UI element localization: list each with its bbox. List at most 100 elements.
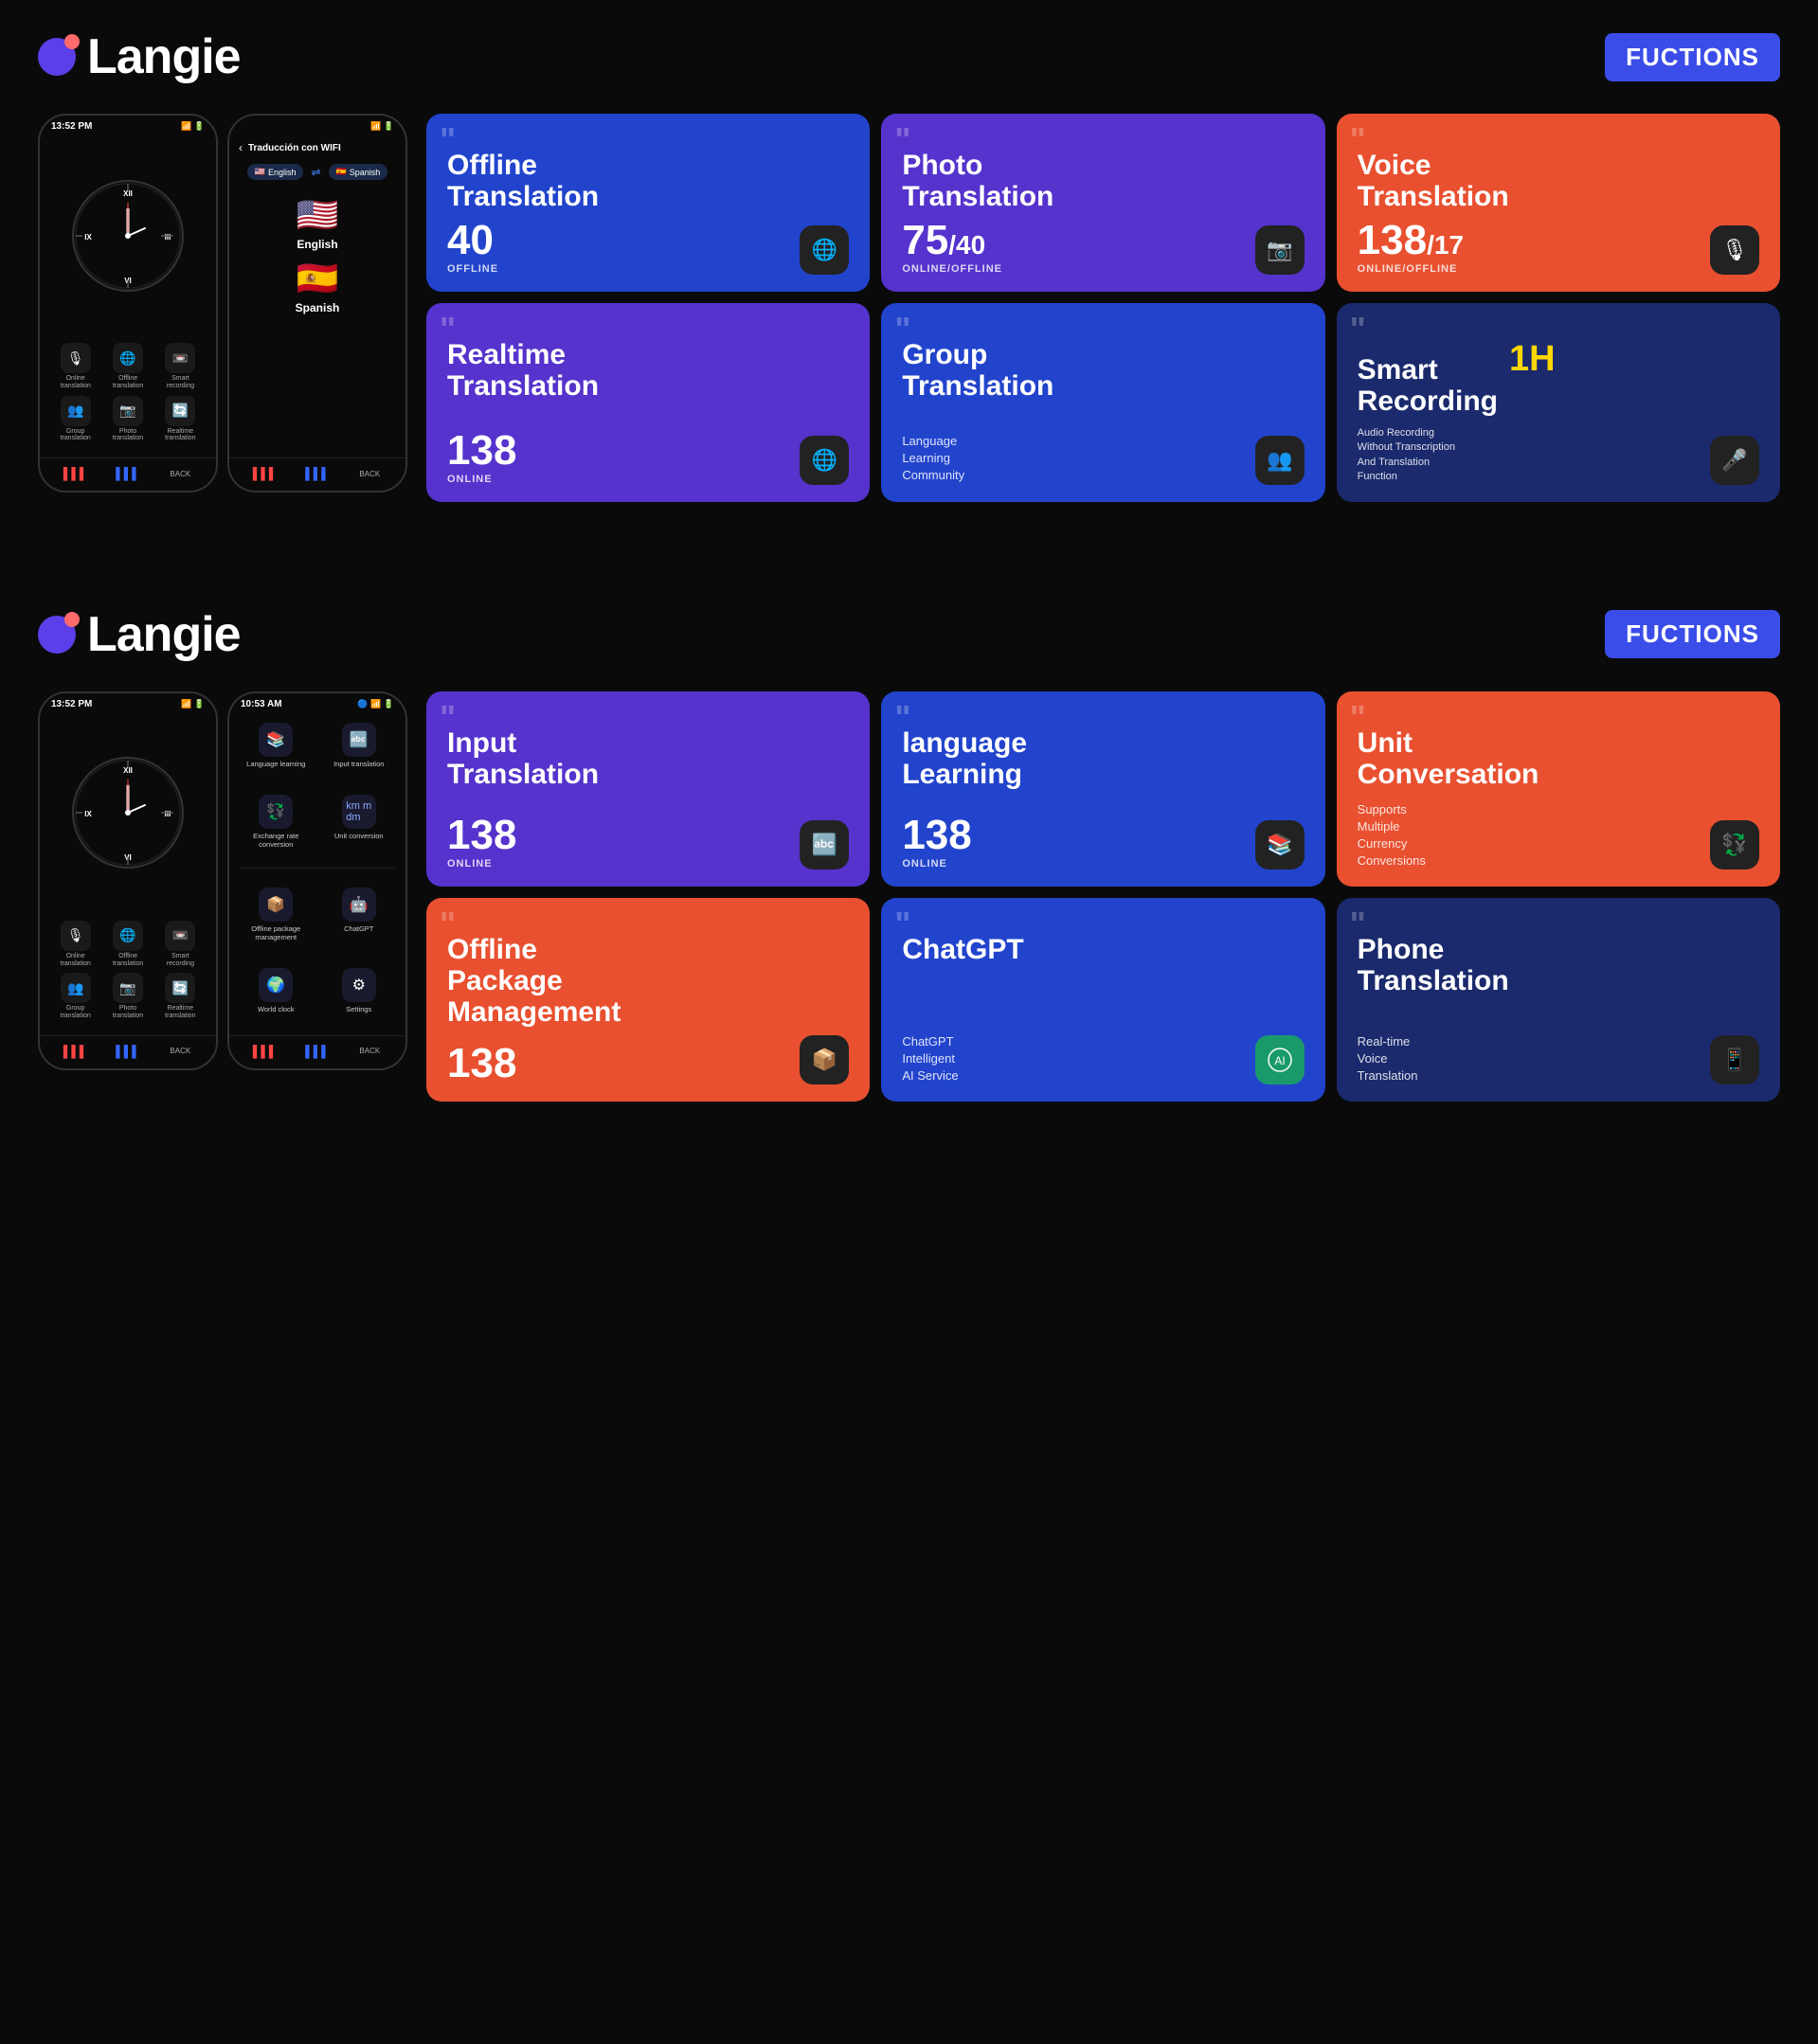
logo-dot-1 [38,38,76,76]
menu-item-exchange[interactable]: 💱 Exchange rate conversion [235,787,317,867]
phone-icon-smart-rec[interactable]: 📼 Smartrecording [165,343,195,389]
card-realtime-translation: " RealtimeTranslation 138 ONLINE 🌐 [426,303,870,502]
menu-divider [241,868,394,869]
menu-icon-offline-pkg: 📦 [259,888,293,922]
phone-icon-online[interactable]: 🎙 Onlinetranslation [61,343,91,389]
card-count-pkg: 138 [447,1043,516,1085]
card-title-input: InputTranslation [447,727,849,790]
card-subtitle-unit: SupportsMultipleCurrencyConversions [1358,801,1426,870]
nav3-btn-1[interactable]: ▌▌▌ [59,1042,93,1061]
card-icon-lang[interactable]: 📚 [1255,820,1305,870]
quote-mark-smart: " [1350,313,1366,347]
nav-btn-2[interactable]: ▌▌▌ [111,464,145,483]
svg-text:AI: AI [1274,1054,1285,1067]
nav-btn-1[interactable]: ▌▌▌ [59,464,93,483]
nav-btn-back[interactable]: BACK [163,464,197,483]
menu-item-lang-learn[interactable]: 📚 Language learning [235,715,317,786]
nav4-btn-1[interactable]: ▌▌▌ [248,1042,282,1061]
card-icon-photo[interactable]: 📷 [1255,225,1305,275]
card-bottom-realtime: 138 ONLINE 🌐 [447,430,849,485]
logo-dot-2 [38,616,76,654]
menu-label-offline-pkg: Offline package management [239,924,314,941]
menu-item-world-clock[interactable]: 🌍 World clock [235,960,317,1031]
menu-label-unit: Unit conversion [334,832,384,840]
card-phone-translation: " PhoneTranslation Real-timeVoiceTransla… [1337,898,1780,1102]
card-icon-input[interactable]: 🔤 [800,820,849,870]
nav2-btn-back[interactable]: BACK [352,464,387,483]
card-title-photo: PhotoTranslation [902,150,1304,212]
menu-item-offline-pkg[interactable]: 📦 Offline package management [235,880,317,959]
phone3-icon-online[interactable]: 🎙 Onlinetranslation [61,921,91,967]
nav3-btn-back[interactable]: BACK [163,1042,197,1061]
card-title-voice: VoiceTranslation [1358,150,1759,212]
cards-grid-2: " InputTranslation 138 ONLINE 🔤 " langua… [426,691,1780,1103]
online-label: Onlinetranslation [61,375,91,389]
card-bottom-unit: SupportsMultipleCurrencyConversions 💱 [1358,798,1759,870]
phone3-icon-group[interactable]: 👥 Grouptranslation [61,973,91,1019]
big-flag-en-label: English [297,238,337,251]
card-icon-group[interactable]: 👥 [1255,436,1305,485]
card-icon-pkg[interactable]: 📦 [800,1035,849,1085]
phone3-icon-smart-rec[interactable]: 📼 Smartrecording [165,921,195,967]
phone3-icon-photo[interactable]: 📷 Phototranslation [113,973,143,1019]
phone-icon-realtime[interactable]: 🔄 Realtimetranslation [165,396,195,442]
svg-text:XII: XII [123,766,133,775]
card-icon-unit[interactable]: 💱 [1710,820,1759,870]
phones-area-1: 13:52 PM 📶 🔋 XII III VI IX [38,114,407,493]
menu-label-settings: Settings [346,1005,371,1013]
menu-label-exchange: Exchange rate conversion [239,832,314,849]
analog-clock-1: XII III VI IX [71,179,185,293]
phone-3-bottom-icons: 🎙 Onlinetranslation 🌐 Offlinetranslation… [40,915,216,1035]
nav4-btn-2[interactable]: ▌▌▌ [300,1042,334,1061]
menu-grid: 📚 Language learning 🔤 Input translation … [229,711,405,1035]
card-icon-smart[interactable]: 🎤 [1710,436,1759,485]
phone3-icon-offline[interactable]: 🌐 Offlinetranslation [113,921,143,967]
menu-item-settings[interactable]: ⚙ Settings [318,960,401,1031]
lang-pill-en[interactable]: 🇺🇸 English [247,164,304,180]
nav2-btn-2[interactable]: ▌▌▌ [300,464,334,483]
phone-2-device: 📶 🔋 ‹ Traducción con WIFI 🇺🇸 English ⇌ [227,114,407,493]
card-highlight-1h: 1H [1509,339,1556,380]
lang-selector: 🇺🇸 English ⇌ 🇪🇸 Spanish [229,158,405,186]
phone3-group-label: Grouptranslation [61,1005,91,1019]
card-icon-voice[interactable]: 🎙 [1710,225,1759,275]
menu-icon-world-clock: 🌍 [259,968,293,1002]
count-area-offline: 40 OFFLINE [447,220,498,275]
phone-3-status: 13:52 PM 📶 🔋 [40,693,216,711]
phone-1-clock-area: XII III VI IX [40,134,216,337]
lang-swap-icon[interactable]: ⇌ [311,166,320,179]
phone-1-screen: 13:52 PM 📶 🔋 XII III VI IX [40,116,216,491]
card-icon-chatgpt[interactable]: AI [1255,1035,1305,1085]
functions-badge-2: FUCTIONS [1605,610,1780,658]
nav3-btn-2[interactable]: ▌▌▌ [111,1042,145,1061]
card-lang-learning: " languageLearning 138 ONLINE 📚 [881,691,1324,888]
phone3-icon-realtime[interactable]: 🔄 Realtimetranslation [165,973,195,1019]
translate-title: Traducción con WIFI [248,143,341,153]
back-arrow-icon[interactable]: ‹ [239,141,243,154]
count-area-pkg: 138 [447,1043,516,1085]
flag-item-en: 🇺🇸 English [297,195,339,251]
menu-item-input-trans[interactable]: 🔤 Input translation [318,715,401,786]
lang-pill-es[interactable]: 🇪🇸 Spanish [329,164,388,180]
nav4-btn-back[interactable]: BACK [352,1042,387,1061]
phone-icon-offline[interactable]: 🌐 Offlinetranslation [113,343,143,389]
nav2-btn-1[interactable]: ▌▌▌ [248,464,282,483]
menu-icon-input-trans: 🔤 [342,723,376,757]
card-bottom-photo: 75 /40 ONLINE/OFFLINE 📷 [902,220,1304,275]
menu-item-unit[interactable]: km mdm Unit conversion [318,787,401,867]
card-icon-phone-trans[interactable]: 📱 [1710,1035,1759,1085]
card-icon-realtime[interactable]: 🌐 [800,436,849,485]
card-bottom-pkg: 138 📦 [447,1035,849,1085]
chatgpt-svg: AI [1267,1047,1293,1073]
menu-icon-chatgpt: 🤖 [342,888,376,922]
functions-badge-1: FUCTIONS [1605,33,1780,81]
flag-item-es: 🇪🇸 Spanish [296,259,340,314]
header-2: Langie FUCTIONS [38,606,1780,663]
card-icon-offline[interactable]: 🌐 [800,225,849,275]
card-title-lang: languageLearning [902,727,1304,790]
phone-icon-photo[interactable]: 📷 Phototranslation [113,396,143,442]
phone-icon-group[interactable]: 👥 Grouptranslation [61,396,91,442]
card-badge-realtime: ONLINE [447,474,516,485]
card-bottom-voice: 138 /17 ONLINE/OFFLINE 🎙 [1358,220,1759,275]
menu-item-chatgpt[interactable]: 🤖 ChatGPT [318,880,401,959]
